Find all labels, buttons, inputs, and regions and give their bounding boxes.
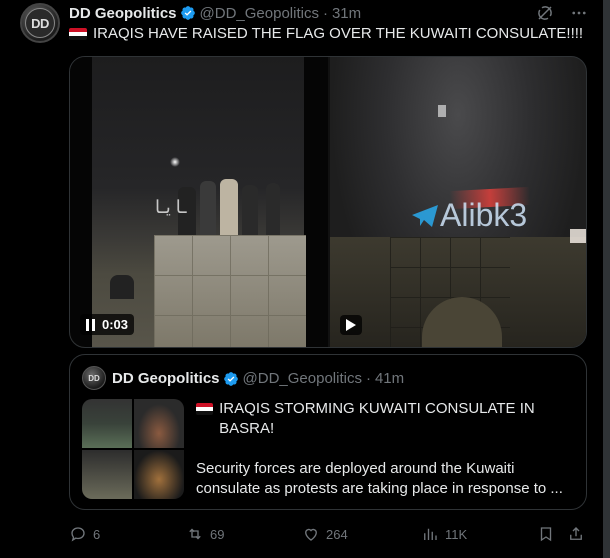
tweet-card[interactable]: DD DD Geopolitics @DD_Geopolitics · 31m … xyxy=(0,0,610,558)
share-button[interactable] xyxy=(567,525,585,543)
like-count: 264 xyxy=(326,526,348,542)
thumbnail-4 xyxy=(134,450,184,499)
video-1-time: 0:03 xyxy=(102,317,129,332)
avatar-initials: DD xyxy=(25,8,55,38)
quoted-media-thumbnail[interactable] xyxy=(82,399,184,499)
quoted-title: IRAQIS STORMING KUWAITI CONSULATE IN BAS… xyxy=(219,400,535,437)
separator-dot: · xyxy=(365,370,371,387)
bookmark-icon xyxy=(540,527,552,542)
neon-light xyxy=(570,229,586,243)
alibk3-watermark: Alibk3 xyxy=(410,197,527,234)
more-options-icon[interactable] xyxy=(570,4,588,22)
video-2-play-button[interactable] xyxy=(340,315,362,335)
views-icon xyxy=(424,528,437,540)
iraq-flag-icon xyxy=(196,403,214,415)
quoted-author-handle: @DD_Geopolitics xyxy=(242,370,362,387)
grok-icon[interactable] xyxy=(536,4,554,22)
pause-icon[interactable] xyxy=(86,318,96,331)
verified-badge-icon xyxy=(180,6,195,20)
share-icon xyxy=(570,527,582,540)
author-handle[interactable]: @DD_Geopolitics xyxy=(200,5,319,22)
thumbnail-3 xyxy=(82,450,132,499)
iraq-flag-icon xyxy=(69,27,87,40)
author-name[interactable]: DD Geopolitics xyxy=(69,5,177,22)
tweet-header: DD Geopolitics @DD_Geopolitics · 31m xyxy=(69,4,361,22)
tweet-top-actions xyxy=(536,4,588,22)
repost-icon xyxy=(189,528,201,540)
quoted-author-name: DD Geopolitics xyxy=(112,370,220,387)
separator-dot: · xyxy=(322,4,328,22)
author-avatar[interactable]: DD xyxy=(20,3,60,43)
views-button[interactable]: 11K xyxy=(421,525,467,543)
like-button[interactable]: 264 xyxy=(302,525,348,543)
quoted-header: DD Geopolitics @DD_Geopolitics · 41m xyxy=(112,370,404,387)
quoted-avatar-initials: DD xyxy=(88,373,100,383)
tweet-text: IRAQIS HAVE RAISED THE FLAG OVER THE KUW… xyxy=(69,25,583,42)
scrollbar-track[interactable] xyxy=(603,0,610,558)
video-watermark-arabic: ـا يـا xyxy=(155,197,187,217)
play-icon xyxy=(346,319,356,331)
quoted-body: Security forces are deployed around the … xyxy=(196,460,563,497)
repost-button[interactable]: 69 xyxy=(186,525,224,543)
quoted-text: IRAQIS STORMING KUWAITI CONSULATE IN BAS… xyxy=(196,399,576,499)
quoted-time: 41m xyxy=(374,370,405,387)
tweet-body: IRAQIS HAVE RAISED THE FLAG OVER THE KUW… xyxy=(93,25,584,42)
building-panels xyxy=(154,235,306,347)
verified-badge-icon xyxy=(223,371,238,386)
thumbnail-2 xyxy=(134,399,184,448)
telegram-icon xyxy=(412,204,438,227)
reply-button[interactable]: 6 xyxy=(69,525,100,543)
quoted-title-row: IRAQIS STORMING KUWAITI CONSULATE IN BAS… xyxy=(196,399,576,439)
tweet-action-bar: 6 69 264 11K xyxy=(69,524,589,544)
watermark-text: Alibk3 xyxy=(440,197,528,233)
quoted-tweet[interactable]: DD DD Geopolitics @DD_Geopolitics · 41m … xyxy=(69,354,587,510)
bookmark-button[interactable] xyxy=(537,525,555,543)
reply-icon xyxy=(71,527,85,542)
media-grid: ـا يـا 0:03 Alibk3 xyxy=(69,56,587,348)
person-silhouette xyxy=(266,183,280,237)
letterbox-right xyxy=(304,57,328,347)
repost-count: 69 xyxy=(210,526,225,542)
people-silhouettes xyxy=(178,177,258,237)
letterbox-left xyxy=(70,57,92,347)
quoted-author-avatar[interactable]: DD xyxy=(82,366,106,390)
thumbnail-1 xyxy=(82,399,132,448)
video-2[interactable]: Alibk3 xyxy=(330,57,586,347)
views-count: 11K xyxy=(445,526,468,542)
person-silhouette xyxy=(110,275,134,299)
tweet-time[interactable]: 31m xyxy=(332,5,361,22)
flag-in-sky xyxy=(438,105,446,117)
video-1-controls[interactable]: 0:03 xyxy=(80,314,135,335)
light-flare xyxy=(170,157,180,167)
video-1[interactable]: ـا يـا 0:03 xyxy=(70,57,328,347)
heart-icon xyxy=(305,528,317,541)
reply-count: 6 xyxy=(93,526,101,542)
